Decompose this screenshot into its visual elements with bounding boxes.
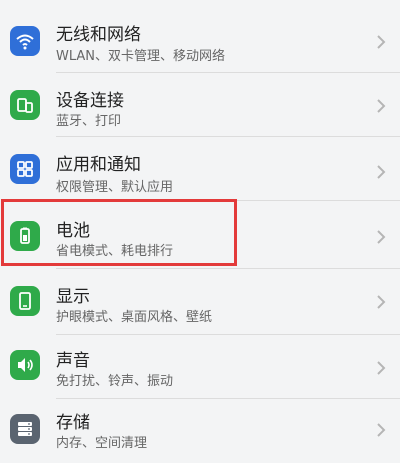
item-subtitle: 省电模式、耗电排行 [56,244,174,259]
apps-icon [10,154,40,184]
chevron-right-icon [377,423,386,437]
item-subtitle: 权限管理、默认应用 [56,180,174,195]
chevron-right-icon [377,35,386,49]
device-connect-icon [10,90,40,120]
sound-icon [10,350,40,380]
item-subtitle: 蓝牙、打印 [56,114,122,129]
chevron-right-icon [377,165,386,179]
item-title: 声音 [56,351,90,371]
display-icon [10,286,40,316]
item-title: 设备连接 [56,91,124,111]
battery-icon [10,221,40,251]
item-title: 应用和通知 [56,155,141,175]
settings-item-wireless[interactable]: 无线和网络 WLAN、双卡管理、移动网络 [0,8,400,72]
chevron-right-icon [377,99,386,113]
divider [56,200,400,201]
item-subtitle: 免打扰、铃声、振动 [56,374,174,389]
item-title: 电池 [56,221,90,241]
storage-icon [10,414,40,444]
item-subtitle: 护眼模式、桌面风格、壁纸 [56,310,213,325]
item-title: 无线和网络 [56,25,141,45]
divider [56,268,400,269]
settings-item-device-connect[interactable]: 设备连接 蓝牙、打印 [0,72,400,136]
item-subtitle: WLAN、双卡管理、移动网络 [56,49,226,64]
settings-item-apps[interactable]: 应用和通知 权限管理、默认应用 [0,136,400,200]
chevron-right-icon [377,361,386,375]
settings-list: 无线和网络 WLAN、双卡管理、移动网络 设备连接 蓝牙、打印 应用和通知 权限… [0,0,400,463]
settings-item-sound[interactable]: 声音 免打扰、铃声、振动 [0,334,400,398]
chevron-right-icon [377,295,386,309]
settings-item-storage[interactable]: 存储 内存、空间清理 [0,398,400,462]
item-title: 存储 [56,413,90,433]
settings-item-display[interactable]: 显示 护眼模式、桌面风格、壁纸 [0,270,400,334]
item-subtitle: 内存、空间清理 [56,436,148,451]
item-title: 显示 [56,287,90,307]
chevron-right-icon [377,230,386,244]
wifi-icon [10,26,40,56]
settings-item-battery[interactable]: 电池 省电模式、耗电排行 [0,202,400,266]
